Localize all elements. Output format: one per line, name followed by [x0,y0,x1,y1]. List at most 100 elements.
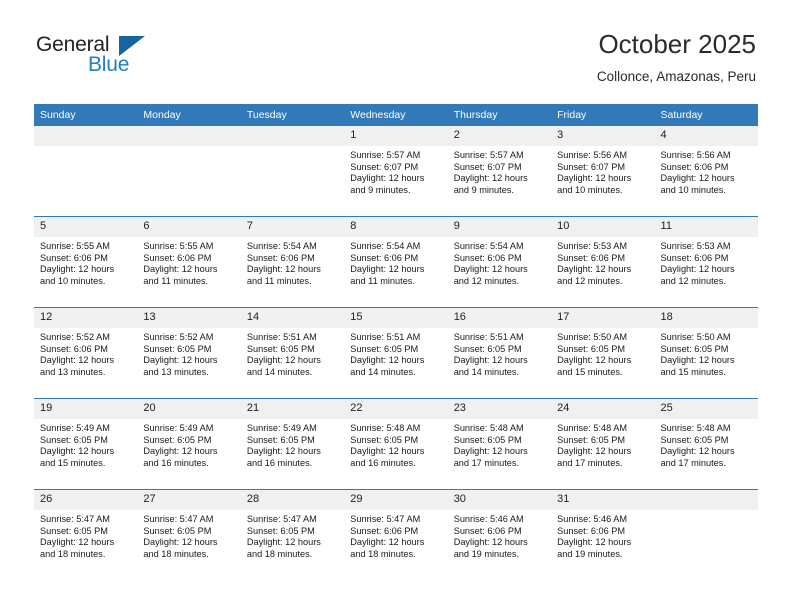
sunrise-text: Sunrise: 5:48 AM [660,423,731,433]
calendar-day-cell[interactable]: 14 Sunrise: 5:51 AM Sunset: 6:05 PM Dayligh… [240,307,345,399]
sunrise-text: Sunrise: 5:47 AM [246,514,317,524]
calendar-day-cell[interactable]: 7 Sunrise: 5:54 AM Sunset: 6:06 PM Daylight… [240,216,345,308]
daylight-text-line1: Daylight: 12 hours [246,446,321,457]
sunset-text: Sunset: 6:05 PM [143,434,212,445]
logo-text-blue: Blue [88,53,130,76]
daylight-text-line2: and 13 minutes. [40,366,106,377]
day-sun-info: Sunrise: 5:55 AM Sunset: 6:06 PM Daylight:… [137,237,240,287]
sunset-text: Sunset: 6:06 PM [40,343,108,354]
calendar-day-cell[interactable]: 5 Sunrise: 5:55 AM Sunset: 6:06 PM Daylight… [34,216,138,308]
daylight-text-line2: and 18 minutes. [350,548,416,559]
calendar-day-cell[interactable]: 4 Sunrise: 5:56 AM Sunset: 6:06 PM Daylight… [654,126,758,217]
calendar-day-cell[interactable]: 19 Sunrise: 5:49 AM Sunset: 6:05 PM Dayligh… [34,398,138,490]
calendar-day-cell[interactable]: 3 Sunrise: 5:56 AM Sunset: 6:07 PM Daylight… [551,126,655,217]
title-block: October 2025 Collonce, Amazonas, Peru [597,28,756,85]
sunrise-text: Sunrise: 5:51 AM [246,332,317,342]
day-number: 5 [34,217,138,237]
sunset-text: Sunset: 6:07 PM [453,161,522,172]
day-number: 17 [551,308,655,328]
daylight-text-line1: Daylight: 12 hours [660,446,735,457]
day-sun-info: Sunrise: 5:52 AM Sunset: 6:05 PM Daylight:… [137,328,240,378]
calendar-day-cell[interactable]: 9 Sunrise: 5:54 AM Sunset: 6:06 PM Daylight… [447,216,552,308]
sunrise-text: Sunrise: 5:52 AM [143,332,214,342]
day-sun-info: Sunrise: 5:49 AM Sunset: 6:05 PM Daylight:… [137,419,240,469]
day-number [137,126,241,146]
daylight-text-line2: and 12 minutes. [557,275,623,286]
daylight-text-line2: and 12 minutes. [660,275,726,286]
day-number: 28 [240,490,345,510]
calendar-day-cell[interactable]: 24 Sunrise: 5:48 AM Sunset: 6:05 PM Dayligh… [551,398,655,490]
day-sun-info: Sunrise: 5:47 AM Sunset: 6:05 PM Daylight:… [137,510,240,560]
day-sun-info: Sunrise: 5:54 AM Sunset: 6:06 PM Daylight:… [241,237,344,287]
daylight-text-line1: Daylight: 12 hours [40,355,115,366]
day-sun-info: Sunrise: 5:53 AM Sunset: 6:06 PM Daylight:… [655,237,758,287]
calendar-body: 1 Sunrise: 5:57 AM Sunset: 6:07 PM Daylight… [34,126,758,580]
calendar-empty-cell [34,126,138,217]
day-number: 29 [344,490,448,510]
daylight-text-line2: and 17 minutes. [453,457,520,468]
day-number: 6 [137,217,241,237]
calendar-day-cell[interactable]: 30 Sunrise: 5:46 AM Sunset: 6:06 PM Dayligh… [447,489,552,580]
sunset-text: Sunset: 6:05 PM [246,525,315,536]
day-number: 12 [34,308,138,328]
calendar-day-cell[interactable]: 21 Sunrise: 5:49 AM Sunset: 6:05 PM Dayligh… [240,398,345,490]
day-sun-info: Sunrise: 5:57 AM Sunset: 6:07 PM Daylight:… [344,146,447,196]
calendar-day-cell[interactable]: 2 Sunrise: 5:57 AM Sunset: 6:07 PM Daylight… [447,126,552,217]
day-sun-info: Sunrise: 5:54 AM Sunset: 6:06 PM Daylight:… [344,237,447,287]
calendar-week-row: 26 Sunrise: 5:47 AM Sunset: 6:05 PM Dayligh… [34,489,758,580]
day-sun-info: Sunrise: 5:55 AM Sunset: 6:06 PM Daylight:… [34,237,137,287]
sunrise-text: Sunrise: 5:47 AM [350,514,421,524]
calendar-day-cell[interactable]: 8 Sunrise: 5:54 AM Sunset: 6:06 PM Daylight… [344,216,448,308]
day-number: 19 [34,399,138,419]
day-number: 1 [344,126,448,146]
calendar-day-cell[interactable]: 16 Sunrise: 5:51 AM Sunset: 6:05 PM Dayligh… [447,307,552,399]
day-sun-info: Sunrise: 5:53 AM Sunset: 6:06 PM Daylight:… [551,237,654,287]
daylight-text-line1: Daylight: 12 hours [246,537,321,548]
calendar-day-cell[interactable]: 11 Sunrise: 5:53 AM Sunset: 6:06 PM Dayligh… [654,216,758,308]
sunrise-text: Sunrise: 5:49 AM [143,423,214,433]
day-number: 16 [447,308,552,328]
daylight-text-line1: Daylight: 12 hours [453,446,528,457]
calendar-day-cell[interactable]: 12 Sunrise: 5:52 AM Sunset: 6:06 PM Dayligh… [34,307,138,399]
daylight-text-line1: Daylight: 12 hours [557,264,632,275]
calendar-day-cell[interactable]: 22 Sunrise: 5:48 AM Sunset: 6:05 PM Dayligh… [344,398,448,490]
daylight-text-line2: and 17 minutes. [557,457,623,468]
sunset-text: Sunset: 6:05 PM [350,343,419,354]
calendar-day-cell[interactable]: 17 Sunrise: 5:50 AM Sunset: 6:05 PM Dayligh… [551,307,655,399]
calendar-day-cell[interactable]: 6 Sunrise: 5:55 AM Sunset: 6:06 PM Daylight… [137,216,241,308]
daylight-text-line2: and 9 minutes. [350,184,411,195]
calendar-day-cell[interactable]: 10 Sunrise: 5:53 AM Sunset: 6:06 PM Dayligh… [551,216,655,308]
calendar-day-cell[interactable]: 23 Sunrise: 5:48 AM Sunset: 6:05 PM Dayligh… [447,398,552,490]
calendar-day-cell[interactable]: 25 Sunrise: 5:48 AM Sunset: 6:05 PM Dayligh… [654,398,758,490]
calendar-day-cell[interactable]: 27 Sunrise: 5:47 AM Sunset: 6:05 PM Dayligh… [137,489,241,580]
daylight-text-line2: and 19 minutes. [557,548,623,559]
daylight-text-line2: and 16 minutes. [246,457,313,468]
daylight-text-line2: and 10 minutes. [660,184,726,195]
calendar-day-cell[interactable]: 15 Sunrise: 5:51 AM Sunset: 6:05 PM Dayligh… [344,307,448,399]
daylight-text-line1: Daylight: 12 hours [453,173,528,184]
day-sun-info: Sunrise: 5:56 AM Sunset: 6:06 PM Daylight:… [655,146,758,196]
daylight-text-line1: Daylight: 12 hours [660,264,735,275]
page-subtitle: Collonce, Amazonas, Peru [596,69,756,84]
day-number: 22 [344,399,448,419]
sunset-text: Sunset: 6:06 PM [246,252,315,263]
day-sun-info: Sunrise: 5:56 AM Sunset: 6:07 PM Daylight:… [551,146,654,196]
day-sun-info: Sunrise: 5:48 AM Sunset: 6:05 PM Daylight:… [655,419,758,469]
calendar-day-cell[interactable]: 28 Sunrise: 5:47 AM Sunset: 6:05 PM Dayligh… [240,489,345,580]
calendar-day-cell[interactable]: 26 Sunrise: 5:47 AM Sunset: 6:05 PM Dayligh… [34,489,138,580]
weekday-header-row: Sunday Monday Tuesday Wednesday Thursday… [34,104,758,126]
weekday-header-wednesday: Wednesday [344,104,448,126]
sunrise-text: Sunrise: 5:53 AM [660,241,731,251]
daylight-text-line1: Daylight: 12 hours [350,355,425,366]
calendar-day-cell[interactable]: 13 Sunrise: 5:52 AM Sunset: 6:05 PM Dayligh… [137,307,241,399]
calendar-day-cell[interactable]: 20 Sunrise: 5:49 AM Sunset: 6:05 PM Dayligh… [137,398,241,490]
general-blue-logo: General Blue [36,33,216,79]
daylight-text-line1: Daylight: 12 hours [453,355,528,366]
calendar-day-cell[interactable]: 31 Sunrise: 5:46 AM Sunset: 6:06 PM Dayligh… [551,489,655,580]
calendar-day-cell[interactable]: 1 Sunrise: 5:57 AM Sunset: 6:07 PM Daylight… [344,126,448,217]
day-number: 15 [344,308,448,328]
day-number: 4 [654,126,758,146]
calendar-day-cell[interactable]: 29 Sunrise: 5:47 AM Sunset: 6:06 PM Dayligh… [344,489,448,580]
daylight-text-line2: and 18 minutes. [40,548,106,559]
calendar-day-cell[interactable]: 18 Sunrise: 5:50 AM Sunset: 6:05 PM Dayligh… [654,307,758,399]
